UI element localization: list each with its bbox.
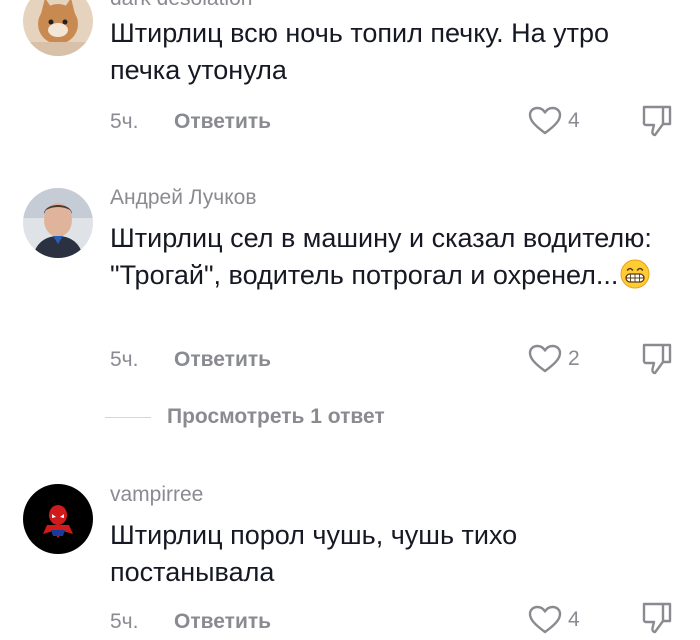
comment-text-content: Штирлиц сел в машину и сказал водителю: … <box>110 223 652 290</box>
cat-avatar[interactable] <box>23 0 93 56</box>
view-replies-row: Просмотреть 1 ответ <box>105 403 385 431</box>
replies-divider <box>105 416 151 418</box>
like-count: 2 <box>568 347 580 370</box>
comment-username[interactable]: vampirree <box>110 483 203 507</box>
comment-text: Штирлиц порол чушь, чушь тихо постанывал… <box>110 520 518 587</box>
comment-text: Штирлиц всю ночь топил печку. На утро пе… <box>110 18 610 85</box>
comment-time: 5ч. <box>110 110 139 133</box>
like-count: 4 <box>568 608 580 631</box>
thumbs-down-icon <box>642 105 672 137</box>
comment-username[interactable]: dark desolation <box>110 0 252 11</box>
like-button[interactable]: 4 <box>528 603 580 637</box>
comment-time: 5ч. <box>110 610 139 633</box>
dislike-button[interactable] <box>641 601 673 635</box>
reply-button[interactable]: Ответить <box>174 348 271 372</box>
man-photo-avatar[interactable] <box>23 188 93 258</box>
heart-icon <box>528 106 562 135</box>
heart-icon <box>528 344 562 373</box>
like-count: 4 <box>568 109 580 132</box>
spiderman-avatar[interactable] <box>23 484 93 554</box>
view-replies-button[interactable]: Просмотреть 1 ответ <box>167 405 385 429</box>
like-button[interactable]: 2 <box>528 342 580 376</box>
grinning-face-emoji <box>620 259 650 289</box>
dislike-button[interactable] <box>641 104 673 138</box>
comment-text: Штирлиц сел в машину и сказал водителю: … <box>110 220 670 294</box>
comment-username[interactable]: Андрей Лучков <box>110 186 257 210</box>
dislike-button[interactable] <box>641 342 673 376</box>
reply-button[interactable]: Ответить <box>174 110 271 134</box>
reply-button[interactable]: Ответить <box>174 610 271 634</box>
like-button[interactable]: 4 <box>528 104 580 138</box>
comment-time: 5ч. <box>110 348 139 371</box>
heart-icon <box>528 605 562 634</box>
thumbs-down-icon <box>642 602 672 634</box>
thumbs-down-icon <box>642 343 672 375</box>
